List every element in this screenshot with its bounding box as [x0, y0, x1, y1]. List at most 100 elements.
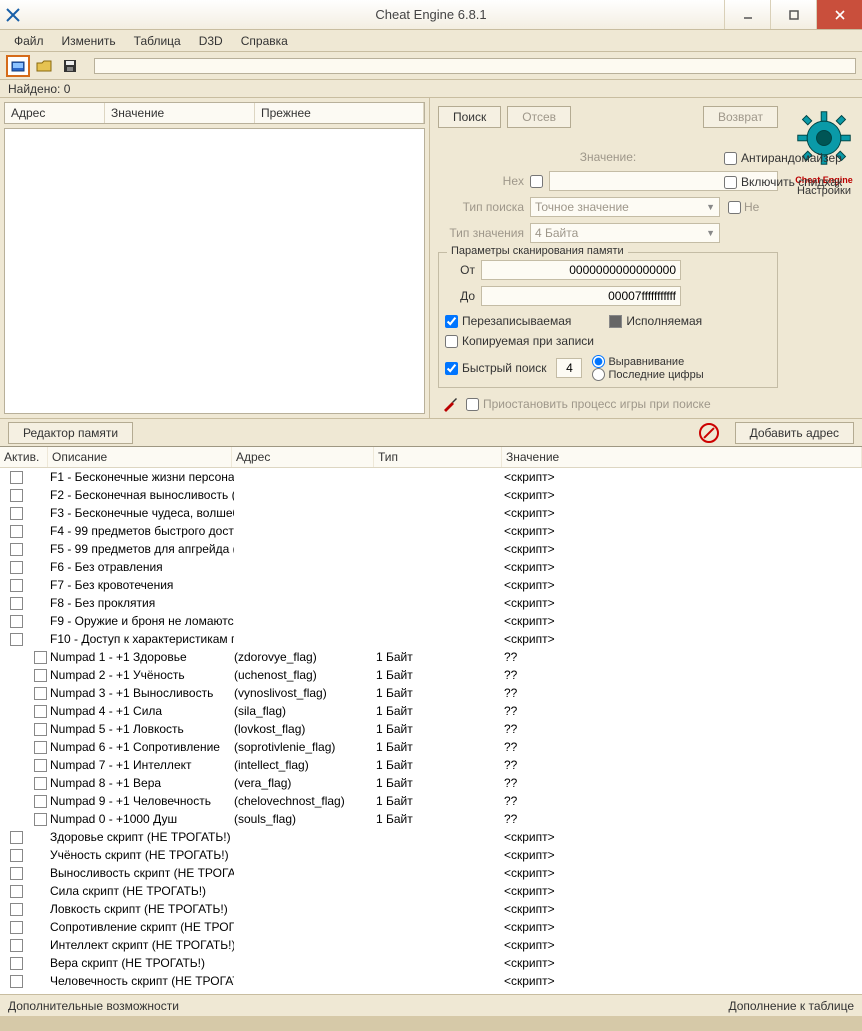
active-checkbox[interactable] [34, 759, 47, 772]
active-checkbox[interactable] [34, 687, 47, 700]
prohibit-icon[interactable] [699, 423, 719, 443]
active-checkbox[interactable] [10, 471, 23, 484]
memory-editor-button[interactable]: Редактор памяти [8, 422, 133, 444]
table-row[interactable]: F3 - Бесконечные чудеса, волшебство и пи… [0, 504, 862, 522]
menu-d3d[interactable]: D3D [191, 32, 231, 50]
active-checkbox[interactable] [10, 957, 23, 970]
table-row[interactable]: Ловкость скрипт (НЕ ТРОГАТЬ!)<скрипт> [0, 900, 862, 918]
active-checkbox[interactable] [10, 975, 23, 988]
th-desc[interactable]: Описание [48, 447, 232, 467]
table-row[interactable]: F8 - Без проклятия<скрипт> [0, 594, 862, 612]
active-checkbox[interactable] [10, 633, 23, 646]
writable-checkbox[interactable] [445, 315, 458, 328]
alignment-radio[interactable] [592, 355, 605, 368]
menu-file[interactable]: Файл [6, 32, 52, 50]
table-row[interactable]: Numpad 9 - +1 Человечность(chelovechnost… [0, 792, 862, 810]
menu-edit[interactable]: Изменить [54, 32, 124, 50]
active-checkbox[interactable] [10, 831, 23, 844]
active-checkbox[interactable] [34, 723, 47, 736]
th-active[interactable]: Актив. [0, 447, 48, 467]
active-checkbox[interactable] [10, 903, 23, 916]
cow-checkbox[interactable] [445, 335, 458, 348]
table-row[interactable]: Numpad 4 - +1 Сила(sila_flag)1 Байт?? [0, 702, 862, 720]
active-checkbox[interactable] [10, 939, 23, 952]
status-right[interactable]: Дополнение к таблице [728, 999, 854, 1013]
table-row[interactable]: Numpad 3 - +1 Выносливость(vynoslivost_f… [0, 684, 862, 702]
table-row[interactable]: Numpad 5 - +1 Ловкость(lovkost_flag)1 Ба… [0, 720, 862, 738]
active-checkbox[interactable] [10, 867, 23, 880]
minimize-button[interactable] [724, 0, 770, 29]
hex-checkbox[interactable] [530, 175, 543, 188]
cheat-table[interactable]: Актив. Описание Адрес Тип Значение F1 - … [0, 446, 862, 994]
range-from-input[interactable] [481, 260, 681, 280]
active-checkbox[interactable] [10, 507, 23, 520]
status-left[interactable]: Дополнительные возможности [8, 999, 179, 1013]
active-checkbox[interactable] [34, 795, 47, 808]
active-checkbox[interactable] [34, 777, 47, 790]
active-checkbox[interactable] [10, 597, 23, 610]
fastscan-checkbox[interactable] [445, 362, 458, 375]
antirand-checkbox[interactable] [724, 152, 737, 165]
th-addr[interactable]: Адрес [232, 447, 374, 467]
active-checkbox[interactable] [34, 651, 47, 664]
table-row[interactable]: F1 - Бесконечные жизни персонажа<скрипт> [0, 468, 862, 486]
table-row[interactable]: Numpad 2 - +1 Учёность(uchenost_flag)1 Б… [0, 666, 862, 684]
table-row[interactable]: F5 - 99 предметов для апгрейда (куски ти… [0, 540, 862, 558]
table-row[interactable]: Numpad 0 - +1000 Душ(souls_flag)1 Байт?? [0, 810, 862, 828]
table-row[interactable]: Сила скрипт (НЕ ТРОГАТЬ!)<скрипт> [0, 882, 862, 900]
results-list[interactable] [4, 128, 425, 414]
th-value[interactable]: Значение [502, 447, 862, 467]
table-row[interactable]: Numpad 6 - +1 Сопротивление(soprotivleni… [0, 738, 862, 756]
table-row[interactable]: F2 - Бесконечная выносливость (при беге … [0, 486, 862, 504]
table-row[interactable]: Здоровье скрипт (НЕ ТРОГАТЬ!)<скрипт> [0, 828, 862, 846]
table-row[interactable]: Выносливость скрипт (НЕ ТРОГАТЬ!)<скрипт… [0, 864, 862, 882]
col-previous[interactable]: Прежнее [255, 103, 424, 123]
active-checkbox[interactable] [10, 561, 23, 574]
table-row[interactable]: F9 - Оружие и броня не ломаются<скрипт> [0, 612, 862, 630]
table-row[interactable]: Numpad 1 - +1 Здоровье(zdorovye_flag)1 Б… [0, 648, 862, 666]
undo-scan-button[interactable]: Возврат [703, 106, 778, 128]
active-checkbox[interactable] [10, 849, 23, 862]
active-checkbox[interactable] [34, 669, 47, 682]
active-checkbox[interactable] [10, 543, 23, 556]
active-checkbox[interactable] [34, 705, 47, 718]
table-row[interactable]: Numpad 7 - +1 Интеллект(intellect_flag)1… [0, 756, 862, 774]
add-address-button[interactable]: Добавить адрес [735, 422, 854, 444]
executable-checkbox[interactable] [609, 315, 622, 328]
col-address[interactable]: Адрес [5, 103, 105, 123]
table-row[interactable]: Интеллект скрипт (НЕ ТРОГАТЬ!)<скрипт> [0, 936, 862, 954]
next-scan-button[interactable]: Отсев [507, 106, 571, 128]
active-checkbox[interactable] [10, 579, 23, 592]
active-checkbox[interactable] [34, 741, 47, 754]
table-row[interactable]: Вера скрипт (НЕ ТРОГАТЬ!)<скрипт> [0, 954, 862, 972]
table-row[interactable]: Учёность скрипт (НЕ ТРОГАТЬ!)<скрипт> [0, 846, 862, 864]
table-row[interactable]: F4 - 99 предметов быстрого доступа (эсту… [0, 522, 862, 540]
range-to-input[interactable] [481, 286, 681, 306]
th-type[interactable]: Тип [374, 447, 502, 467]
pause-checkbox[interactable] [466, 398, 479, 411]
fastscan-value[interactable] [556, 358, 582, 378]
table-row[interactable]: Человечность скрипт (НЕ ТРОГАТЬ!)<скрипт… [0, 972, 862, 990]
lastdigits-radio[interactable] [592, 368, 605, 381]
active-checkbox[interactable] [10, 489, 23, 502]
close-button[interactable] [816, 0, 862, 29]
not-checkbox[interactable] [728, 201, 741, 214]
speedhack-checkbox[interactable] [724, 176, 737, 189]
maximize-button[interactable] [770, 0, 816, 29]
table-row[interactable]: F7 - Без кровотечения<скрипт> [0, 576, 862, 594]
first-scan-button[interactable]: Поиск [438, 106, 501, 128]
table-row[interactable]: F10 - Доступ к характеристикам персонажа… [0, 630, 862, 648]
select-process-icon[interactable] [6, 55, 30, 77]
table-row[interactable]: Numpad 8 - +1 Вера(vera_flag)1 Байт?? [0, 774, 862, 792]
menu-help[interactable]: Справка [233, 32, 296, 50]
open-file-icon[interactable] [32, 55, 56, 77]
table-row[interactable]: F6 - Без отравления<скрипт> [0, 558, 862, 576]
value-type-select[interactable]: 4 Байта▼ [530, 223, 720, 243]
menu-table[interactable]: Таблица [126, 32, 189, 50]
active-checkbox[interactable] [34, 813, 47, 826]
col-value[interactable]: Значение [105, 103, 255, 123]
active-checkbox[interactable] [10, 615, 23, 628]
save-file-icon[interactable] [58, 55, 82, 77]
active-checkbox[interactable] [10, 885, 23, 898]
scan-type-select[interactable]: Точное значение▼ [530, 197, 720, 217]
